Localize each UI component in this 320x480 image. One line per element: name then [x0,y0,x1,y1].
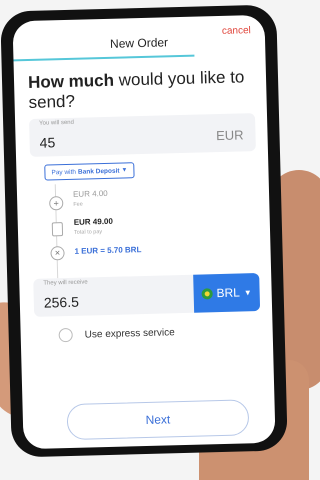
caret-down-icon: ▼ [243,287,252,297]
multiply-circle-icon: ✕ [50,246,65,261]
send-currency: EUR [215,127,244,144]
receive-amount-field[interactable]: They will receive 256.5 BRL ▼ [33,273,261,317]
currency-selector-button[interactable]: BRL ▼ [193,273,261,313]
calculator-icon [51,222,64,237]
payment-prefix: Pay with [51,168,77,176]
app-screen: New Order cancel How much would you like… [12,14,276,450]
fee-label: Fee [73,201,83,208]
progress-bar [13,54,195,62]
exchange-rate: 1 EUR = 5.70 BRL [74,245,142,256]
phone-frame: New Order cancel How much would you like… [0,4,288,458]
send-amount-input[interactable]: 45 [39,134,55,150]
plus-circle-icon: + [49,196,64,211]
chevron-down-icon: ▼ [121,167,128,174]
cancel-button[interactable]: cancel [222,25,251,37]
express-service-option[interactable]: Use express service [58,325,175,343]
receive-currency: BRL [216,285,241,301]
receive-amount-input[interactable]: 256.5 [44,294,79,311]
next-button[interactable]: Next [66,399,250,441]
total-label: Total to pay [73,229,103,236]
nav-bar: New Order cancel [12,15,265,66]
brazil-flag-icon [201,287,213,300]
question-bold: How much [27,70,115,92]
express-label: Use express service [84,326,175,341]
total-amount: EUR 49.00 [73,216,113,227]
receive-label: They will receive [43,279,88,287]
express-radio[interactable] [58,327,73,343]
payment-method-selector[interactable]: Pay with Bank Deposit ▼ [44,162,135,181]
send-amount-field[interactable]: You will send 45 EUR [29,113,256,157]
payment-method: Bank Deposit [77,167,120,176]
fee-amount: EUR 4.00 [72,188,108,199]
send-label: You will send [39,119,75,127]
question-heading: How much would you like to send? [28,67,257,113]
